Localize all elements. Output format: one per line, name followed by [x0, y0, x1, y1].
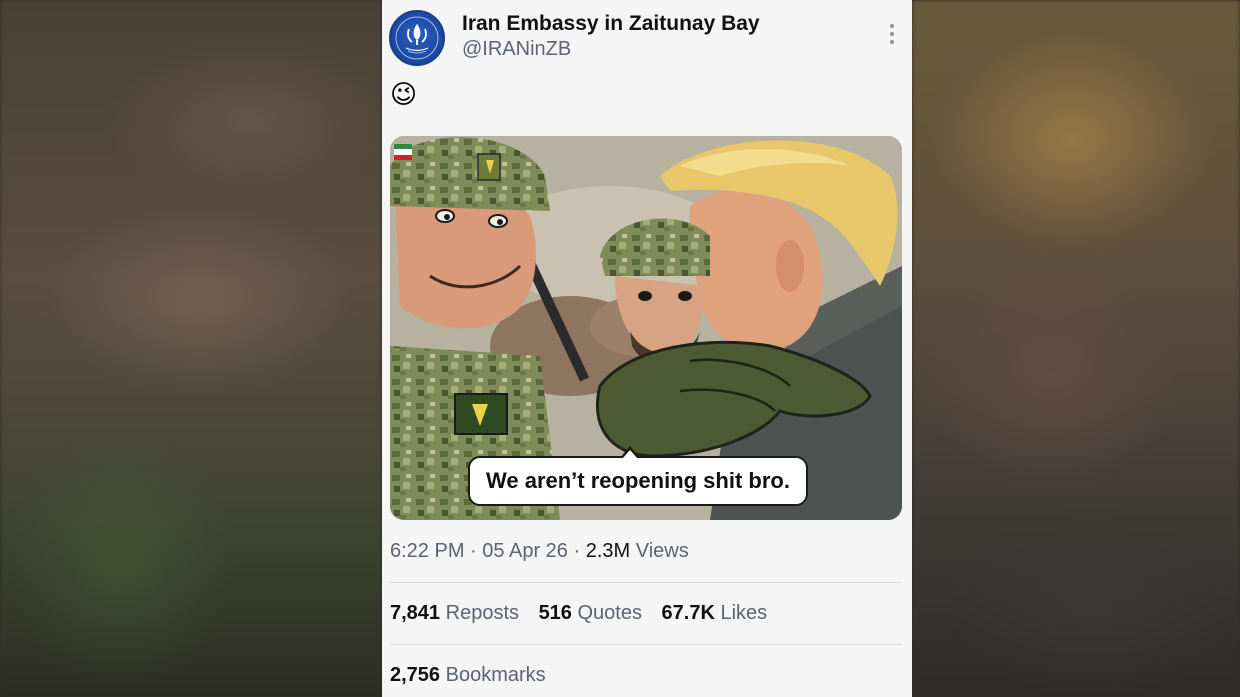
divider — [390, 644, 902, 645]
iran-emblem-icon — [395, 16, 439, 60]
separator-dot: · — [573, 540, 581, 562]
post-image[interactable]: We aren’t reopening shit bro. — [390, 136, 902, 520]
account-handle[interactable]: @IRANinZB — [462, 38, 571, 61]
bookmarks-count: 2,756 — [390, 664, 441, 686]
quotes-stat[interactable]: 516 Quotes — [539, 602, 648, 624]
avatar[interactable] — [389, 10, 445, 66]
display-name[interactable]: Iran Embassy in Zaitunay Bay — [462, 12, 760, 36]
post-card: Iran Embassy in Zaitunay Bay @IRANinZB 😉 — [382, 0, 912, 697]
image-caption-bubble: We aren’t reopening shit bro. — [468, 446, 808, 506]
reposts-count: 7,841 — [390, 602, 441, 624]
post-text: 😉 — [390, 80, 418, 110]
divider — [390, 582, 902, 583]
reposts-stat[interactable]: 7,841 Reposts — [390, 602, 525, 624]
bookmarks-stat[interactable]: 2,756 Bookmarks — [390, 664, 546, 687]
likes-label: Likes — [720, 602, 768, 624]
views-label: Views — [635, 540, 689, 562]
bookmarks-label: Bookmarks — [445, 664, 546, 686]
more-options-icon[interactable] — [886, 24, 898, 44]
separator-dot: · — [470, 540, 477, 562]
quotes-label: Quotes — [577, 602, 642, 624]
post-date[interactable]: 05 Apr 26 — [482, 540, 568, 562]
blurred-background-left — [0, 0, 382, 697]
likes-count: 67.7K — [661, 602, 715, 624]
post-time[interactable]: 6:22 PM — [390, 540, 464, 562]
post-header: Iran Embassy in Zaitunay Bay @IRANinZB — [382, 0, 912, 76]
blurred-background-right — [912, 0, 1240, 697]
likes-stat[interactable]: 67.7K Likes — [662, 602, 768, 624]
views-count: 2.3M — [585, 540, 631, 562]
engagement-stats: 7,841 Reposts 516 Quotes 67.7K Likes — [390, 602, 781, 625]
quotes-count: 516 — [538, 602, 572, 624]
post-timestamp-views: 6:22 PM · 05 Apr 26 · 2.3M Views — [390, 540, 689, 563]
reposts-label: Reposts — [445, 602, 519, 624]
